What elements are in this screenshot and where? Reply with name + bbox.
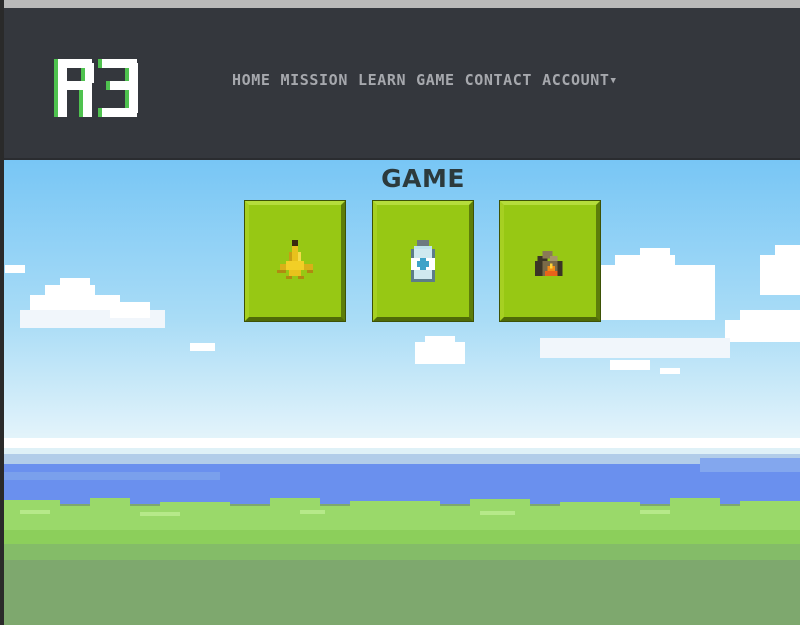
nav-home[interactable]: HOME [232,71,271,89]
compost-item-card[interactable] [245,201,345,321]
landfill-item-card[interactable] [500,201,600,321]
site-header: HOME MISSION LEARN GAME CONTACT ACCOUNT▼ [0,8,800,160]
main-nav: HOME MISSION LEARN GAME CONTACT ACCOUNT▼ [232,71,627,89]
nav-game[interactable]: GAME [416,71,455,89]
caret-down-icon: ▼ [610,76,617,86]
nav-learn[interactable]: LEARN [358,71,406,89]
nav-account-label: ACCOUNT [542,71,610,89]
nav-mission[interactable]: MISSION [281,71,348,89]
nav-contact[interactable]: CONTACT [465,71,532,89]
window-frame-top [0,0,800,8]
window-frame-left [0,0,4,625]
nav-account[interactable]: ACCOUNT▼ [542,71,616,89]
game-title: GAME [381,164,465,193]
banana-peel-icon [277,240,313,279]
plastic-bottle-icon [411,240,435,282]
r3-logo[interactable] [52,53,142,123]
recycle-item-card[interactable] [373,201,473,321]
burning-box-icon [535,251,563,276]
